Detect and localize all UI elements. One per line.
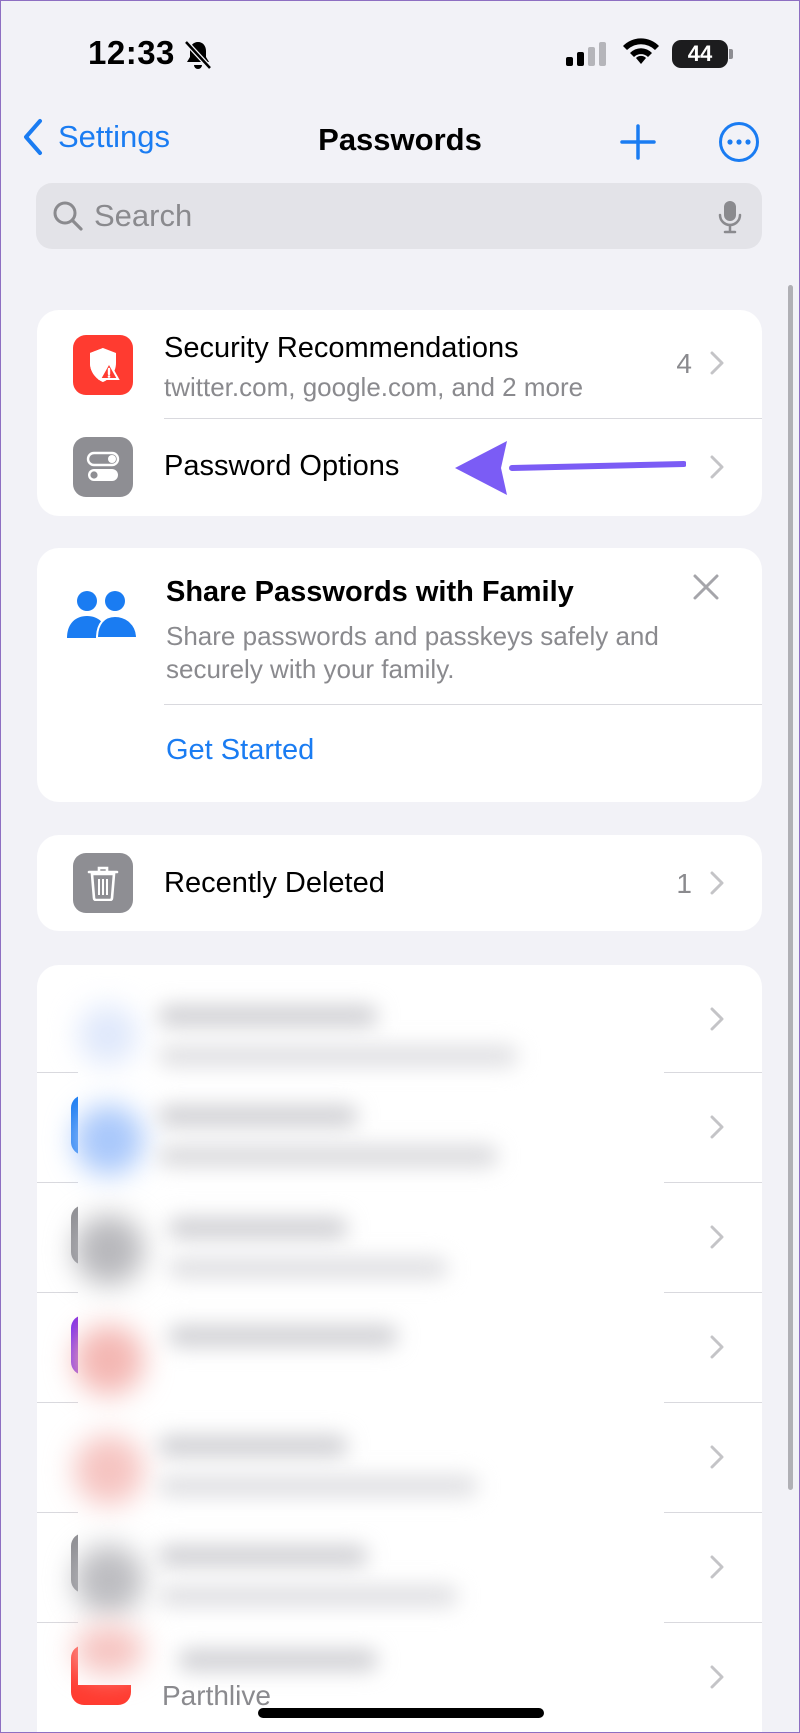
family-card-title: Share Passwords with Family — [166, 576, 574, 608]
row-count: 1 — [676, 868, 692, 899]
plus-icon — [620, 124, 656, 160]
row-count: 4 — [676, 348, 692, 379]
chevron-right-icon — [710, 871, 724, 895]
add-password-button[interactable] — [618, 122, 658, 162]
chevron-right-icon — [710, 351, 724, 375]
blurred-text — [158, 1045, 518, 1067]
search-input[interactable] — [94, 183, 694, 249]
recently-deleted-row[interactable]: Recently Deleted 1 — [37, 835, 762, 931]
home-indicator[interactable] — [258, 1708, 544, 1718]
close-icon — [693, 574, 719, 600]
trash-icon — [73, 853, 133, 913]
blurred-text — [158, 1585, 458, 1607]
page-title: Passwords — [318, 122, 482, 157]
blurred-text — [168, 1257, 448, 1279]
chevron-right-icon — [710, 1335, 724, 1359]
ellipsis-circle-icon — [719, 122, 759, 162]
microphone-icon[interactable] — [718, 199, 742, 240]
blurred-text — [158, 1105, 358, 1127]
blurred-text — [158, 1005, 378, 1027]
bell-muted-icon — [184, 40, 212, 75]
blurred-icon — [74, 1435, 144, 1505]
chevron-right-icon — [710, 455, 724, 479]
row-subtitle: twitter.com, google.com, and 2 more — [164, 372, 584, 402]
security-recommendations-row[interactable]: Security Recommendations twitter.com, go… — [37, 310, 762, 418]
family-card-description: Share passwords and passkeys safely and … — [166, 621, 659, 684]
scrollbar[interactable] — [788, 285, 793, 1490]
chevron-right-icon — [710, 1115, 724, 1139]
blurred-text — [158, 1435, 348, 1457]
card-divider — [164, 704, 762, 705]
row-title: Password Options — [164, 450, 400, 482]
status-bar: 12:33 44 — [0, 0, 800, 100]
search-icon — [52, 200, 84, 237]
blurred-redaction — [74, 985, 664, 1685]
battery-nub — [729, 49, 733, 59]
cellular-signal-icon — [566, 42, 610, 71]
chevron-right-icon — [710, 1665, 724, 1689]
more-options-button[interactable] — [718, 121, 760, 163]
password-row-subtitle: Parthlive — [162, 1680, 271, 1711]
chevron-right-icon — [710, 1445, 724, 1469]
people-icon — [65, 588, 139, 649]
share-family-card: Share Passwords with Family Share passwo… — [37, 548, 762, 802]
shield-warning-icon — [73, 335, 133, 395]
blurred-text — [168, 1217, 348, 1239]
chevron-right-icon — [710, 1225, 724, 1249]
search-bar[interactable] — [36, 183, 762, 249]
blurred-text — [168, 1325, 398, 1347]
chevron-right-icon — [710, 1555, 724, 1579]
row-title: Recently Deleted — [164, 867, 385, 899]
annotation-arrow — [455, 441, 686, 495]
toggles-icon — [73, 437, 133, 497]
blurred-icon — [74, 1325, 144, 1395]
blurred-text — [178, 1649, 378, 1671]
blurred-icon — [74, 1545, 144, 1615]
battery-icon: 44 — [672, 40, 728, 68]
blurred-icon — [74, 1105, 144, 1175]
dismiss-family-card-button[interactable] — [691, 572, 721, 602]
blurred-icon — [74, 1625, 144, 1675]
blurred-icon — [74, 1215, 144, 1285]
status-time: 12:33 — [88, 34, 175, 71]
wifi-icon — [622, 38, 660, 71]
row-title: Security Recommendations — [164, 332, 519, 364]
chevron-right-icon — [710, 1007, 724, 1031]
blurred-icon — [78, 1005, 138, 1065]
blurred-text — [158, 1145, 498, 1167]
blurred-text — [158, 1545, 368, 1567]
get-started-link[interactable]: Get Started — [166, 734, 314, 767]
recently-deleted-card: Recently Deleted 1 — [37, 835, 762, 931]
blurred-text — [158, 1475, 478, 1497]
